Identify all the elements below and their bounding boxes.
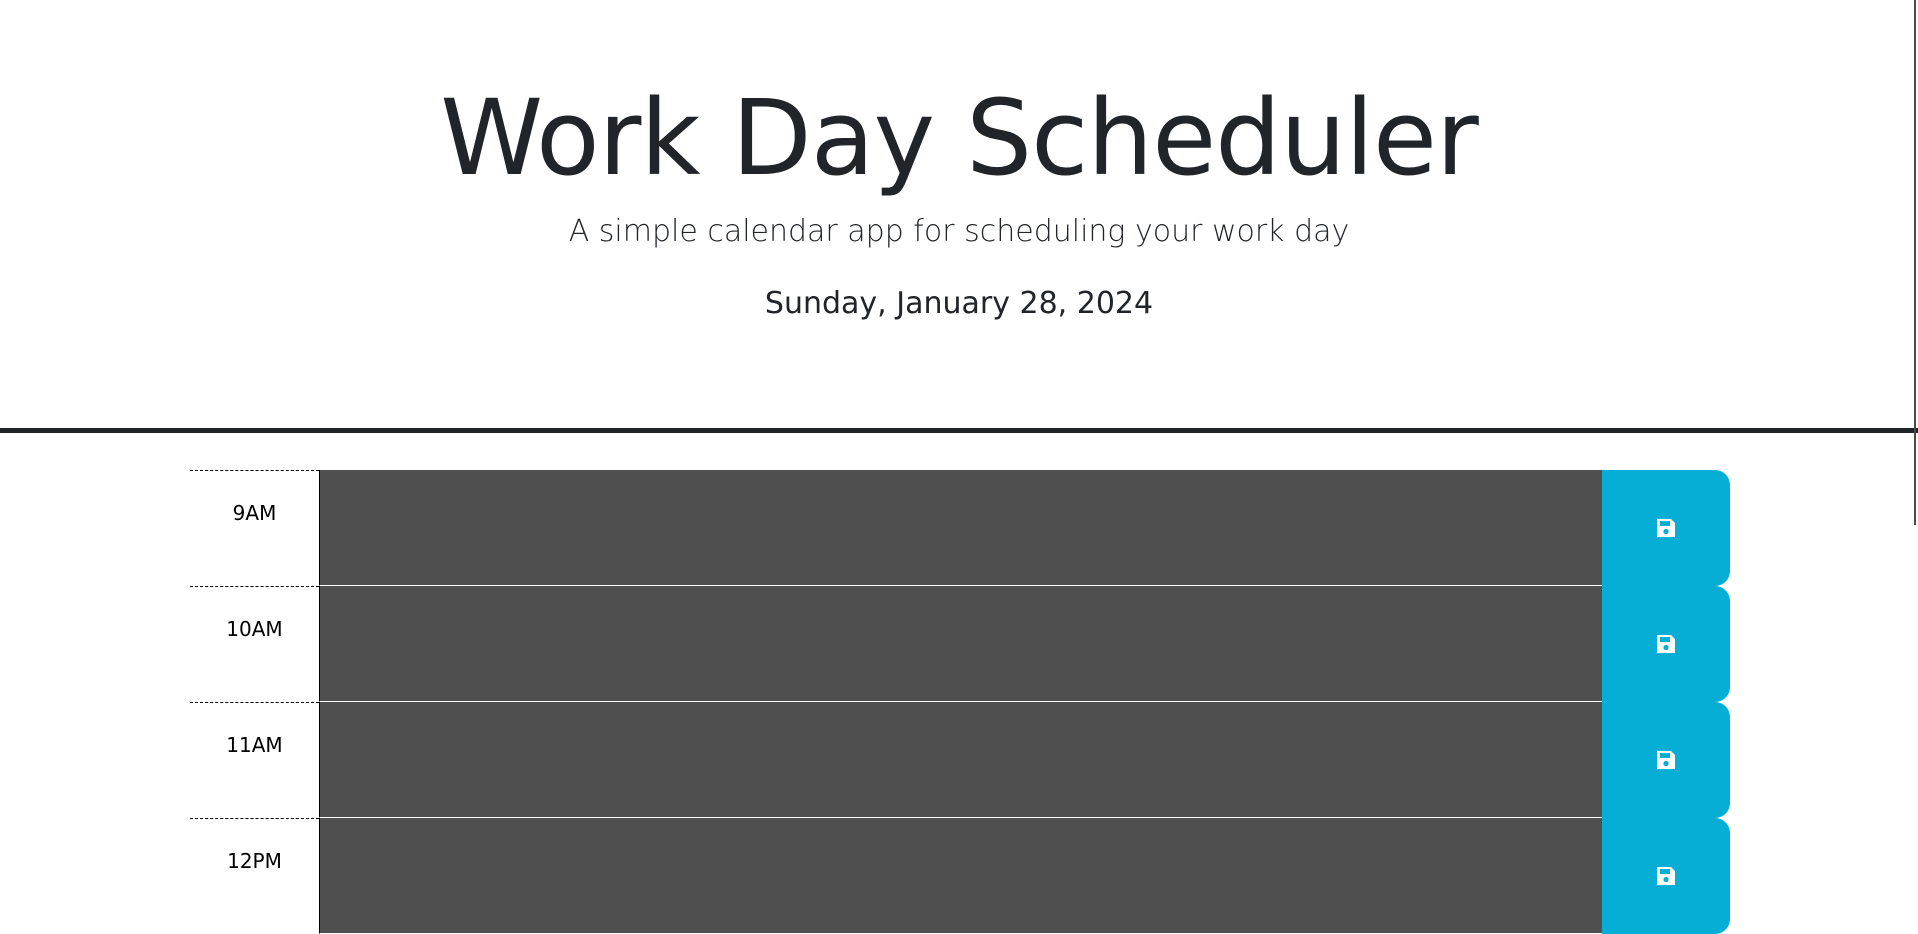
hour-label: 9AM [190, 470, 319, 586]
save-button[interactable] [1602, 702, 1730, 818]
save-button[interactable] [1602, 818, 1730, 934]
floppy-disk-icon [1657, 635, 1675, 653]
description-input[interactable] [319, 586, 1602, 702]
current-date: Sunday, January 28, 2024 [764, 286, 1154, 321]
floppy-disk-icon [1657, 867, 1675, 885]
description-input[interactable] [319, 818, 1602, 934]
save-button[interactable] [1602, 470, 1730, 586]
hour-label: 11AM [190, 702, 319, 818]
time-block: 10AM [190, 586, 1730, 702]
time-block: 12PM [190, 818, 1730, 934]
time-block: 11AM [190, 702, 1730, 818]
page-title: Work Day Scheduler [440, 77, 1479, 199]
floppy-disk-icon [1657, 519, 1675, 537]
header-jumbotron: Work Day Scheduler A simple calendar app… [0, 0, 1918, 433]
save-button[interactable] [1602, 586, 1730, 702]
description-input[interactable] [319, 470, 1602, 586]
time-block: 9AM [190, 470, 1730, 586]
schedule-container: 9AM 10AM 11AM 12PM [190, 470, 1730, 934]
floppy-disk-icon [1657, 751, 1675, 769]
description-input[interactable] [319, 702, 1602, 818]
page-subtitle: A simple calendar app for scheduling you… [568, 214, 1350, 249]
scrollbar[interactable] [1914, 0, 1916, 525]
hour-label: 12PM [190, 818, 319, 934]
hour-label: 10AM [190, 586, 319, 702]
